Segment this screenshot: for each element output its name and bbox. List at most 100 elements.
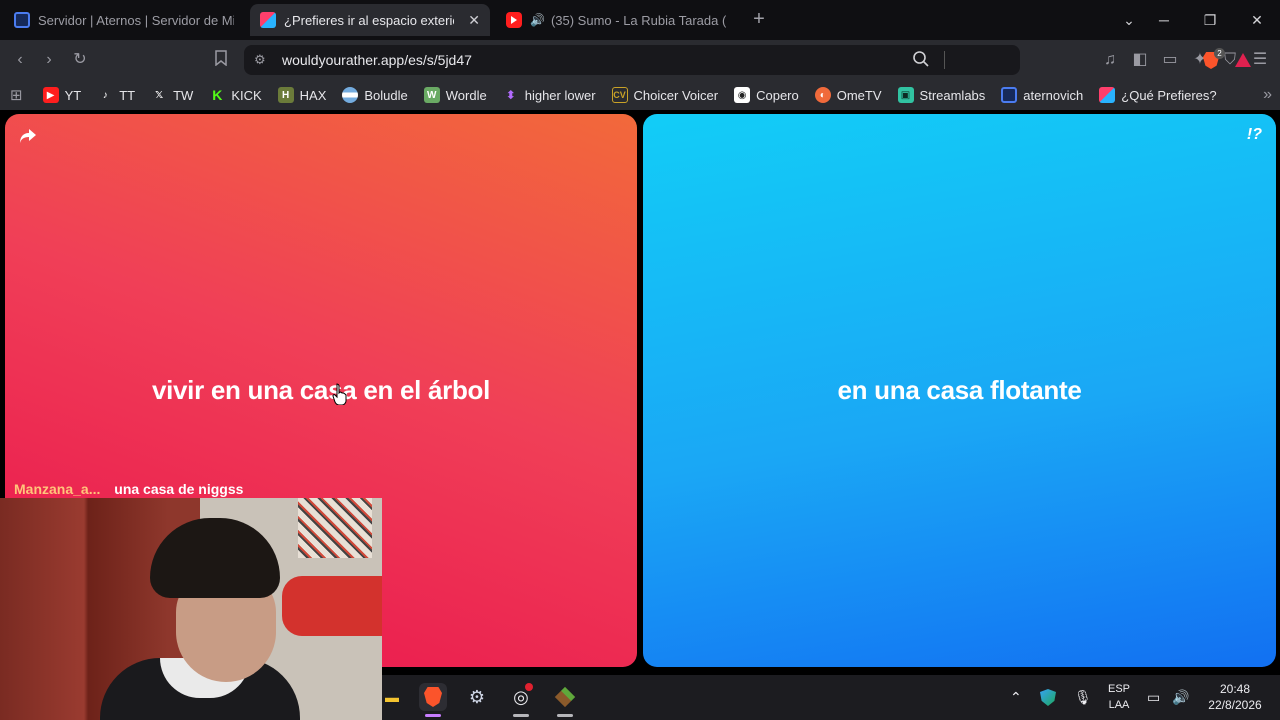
tiktok-icon: ♪ bbox=[102, 89, 108, 101]
hand-cursor-icon bbox=[332, 383, 348, 410]
bookmark-aternovich[interactable]: aternovich bbox=[993, 83, 1091, 107]
apps-grid-icon[interactable]: ⊞ bbox=[0, 83, 35, 107]
recording-dot bbox=[525, 683, 533, 691]
bookmark-label: Boludle bbox=[364, 87, 408, 103]
bookmark-label: ¿Qué Prefieres? bbox=[1121, 87, 1217, 103]
tab-title: ¿Prefieres ir al espacio exterior o bbox=[284, 12, 454, 28]
choicer-voicer-icon: CV bbox=[611, 87, 628, 103]
minecraft-icon[interactable] bbox=[551, 683, 579, 711]
forward-icon[interactable]: › bbox=[39, 50, 59, 70]
bookmark-label: Choicer Voicer bbox=[633, 87, 719, 103]
bookmark-icon[interactable] bbox=[211, 50, 231, 70]
bookmarks-bar: ⊞ ▶ YT ♪ TT 𝕏 TW K KICK H HAX Boludle W Wordle… bbox=[0, 80, 1280, 110]
system-clock[interactable]: 20:48 22/8/2026 bbox=[1200, 681, 1270, 713]
tab-youtube[interactable]: 🔊 (35) Sumo - La Rubia Tarada (Offi bbox=[496, 4, 736, 36]
bookmark-yt[interactable]: ▶ YT bbox=[35, 83, 90, 107]
bookmark-ometv[interactable]: ◐ OmeTV bbox=[807, 83, 890, 107]
running-indicator bbox=[513, 714, 529, 717]
bookmark-label: TT bbox=[119, 87, 136, 103]
language-indicator[interactable]: ESP LAA bbox=[1105, 681, 1133, 713]
option-right-button[interactable]: !? en una casa flotante bbox=[643, 114, 1276, 667]
bookmark-que-prefieres[interactable]: ¿Qué Prefieres? bbox=[1091, 83, 1224, 107]
close-window-button[interactable]: ✕ bbox=[1245, 8, 1269, 32]
bookmark-tt[interactable]: ♪ TT bbox=[89, 83, 143, 107]
tray-overflow-icon[interactable]: ⌃ bbox=[1010, 675, 1022, 720]
bookmark-boludle[interactable]: Boludle bbox=[334, 83, 415, 107]
bookmark-label: higher lower bbox=[524, 87, 596, 103]
back-icon[interactable]: ‹ bbox=[10, 50, 30, 70]
share-icon[interactable] bbox=[19, 128, 39, 148]
x-icon: 𝕏 bbox=[155, 89, 164, 101]
wallet-icon[interactable]: ▭ bbox=[1160, 50, 1180, 70]
address-bar[interactable]: ⚙ wouldyourather.app/es/s/5jd47 2 bbox=[244, 45, 1251, 75]
brave-rewards-icon[interactable] bbox=[1235, 53, 1251, 67]
brave-taskbar-icon[interactable] bbox=[419, 683, 447, 711]
copero-icon: ◉ bbox=[734, 87, 751, 103]
shields-count-badge: 2 bbox=[1214, 48, 1225, 59]
bookmark-streamlabs[interactable]: ▣ Streamlabs bbox=[890, 83, 994, 107]
bookmark-label: YT bbox=[64, 87, 82, 103]
sidebar-icon[interactable]: ◧ bbox=[1130, 50, 1150, 70]
bookmark-tw[interactable]: 𝕏 TW bbox=[143, 83, 201, 107]
tab-close-icon[interactable]: ✕ bbox=[458, 12, 480, 29]
reload-icon[interactable]: ↻ bbox=[70, 50, 90, 70]
bookmark-copero[interactable]: ◉ Copero bbox=[726, 83, 807, 107]
chat-overlay: Manzana_a... una casa de niggss bbox=[14, 481, 243, 497]
more-bookmarks-icon[interactable]: » bbox=[1255, 83, 1280, 107]
bookmark-hax[interactable]: H HAX bbox=[270, 83, 335, 107]
running-indicator bbox=[557, 714, 573, 717]
tab-list-icon[interactable]: ⌄ bbox=[1117, 8, 1141, 32]
bookmark-label: Copero bbox=[756, 87, 799, 103]
streamlabs-icon: ▣ bbox=[897, 87, 914, 103]
argentina-flag-icon bbox=[342, 87, 359, 103]
youtube-icon bbox=[506, 12, 522, 28]
chat-username: Manzana_a... bbox=[14, 481, 101, 497]
webcam-overlay bbox=[0, 498, 382, 720]
media-icon[interactable]: ♫ bbox=[1100, 50, 1120, 70]
bookmark-wordle[interactable]: W Wordle bbox=[416, 83, 495, 107]
bookmark-label: HAX bbox=[299, 87, 327, 103]
steam-icon[interactable]: ⚙ bbox=[463, 683, 491, 711]
tab-aternos[interactable]: Servidor | Aternos | Servidor de Mine bbox=[4, 4, 244, 36]
bookmark-choicer-voicer[interactable]: CV Choicer Voicer bbox=[604, 83, 727, 107]
network-icon[interactable]: ▭ bbox=[1147, 675, 1160, 720]
bookmark-label: Streamlabs bbox=[919, 87, 986, 103]
ometv-icon: ◐ bbox=[814, 87, 831, 103]
option-left-text: vivir en una casa en el árbol bbox=[151, 375, 491, 405]
windows-security-icon[interactable] bbox=[1040, 675, 1056, 720]
tab-title: Servidor | Aternos | Servidor de Mine bbox=[38, 12, 234, 28]
bookmark-label: KICK bbox=[231, 87, 262, 103]
file-explorer-icon[interactable]: ▬ bbox=[378, 683, 406, 711]
wouldyourather-icon bbox=[260, 12, 276, 28]
aternos-icon bbox=[1001, 87, 1018, 103]
bookmark-label: TW bbox=[173, 87, 194, 103]
haxball-icon: H bbox=[277, 87, 294, 103]
wouldyourather-icon bbox=[1099, 87, 1116, 103]
bookmark-higher-lower[interactable]: ⬍ higher lower bbox=[495, 83, 604, 107]
volume-icon[interactable]: 🔊 bbox=[1172, 675, 1189, 720]
language-code: ESP bbox=[1107, 683, 1130, 695]
site-logo[interactable]: !? bbox=[1247, 126, 1262, 144]
higher-lower-icon: ⬍ bbox=[505, 88, 516, 102]
zoom-search-icon[interactable] bbox=[912, 50, 930, 73]
keyboard-layout: LAA bbox=[1108, 699, 1130, 711]
option-right-text: en una casa flotante bbox=[837, 375, 1082, 405]
menu-icon[interactable]: ☰ bbox=[1250, 50, 1270, 70]
kick-icon: K bbox=[212, 87, 223, 103]
restore-button[interactable]: ❐ bbox=[1198, 8, 1222, 32]
wordle-icon: W bbox=[423, 87, 440, 103]
microphone-icon[interactable]: 🎙 bbox=[1074, 675, 1092, 720]
minimize-button[interactable]: ─ bbox=[1152, 8, 1176, 32]
clock-time: 20:48 bbox=[1219, 682, 1251, 696]
webcam-pillow bbox=[282, 576, 382, 636]
bookmark-label: OmeTV bbox=[836, 87, 882, 103]
speaker-icon[interactable]: 🔊 bbox=[530, 13, 545, 27]
bookmark-kick[interactable]: K KICK bbox=[201, 83, 269, 107]
new-tab-button[interactable]: + bbox=[748, 8, 770, 30]
clock-date: 22/8/2026 bbox=[1208, 698, 1262, 712]
active-indicator bbox=[425, 714, 441, 717]
tab-strip: Servidor | Aternos | Servidor de Mine ¿P… bbox=[0, 0, 1280, 40]
url-text[interactable]: wouldyourather.app/es/s/5jd47 bbox=[282, 52, 472, 68]
site-settings-icon[interactable]: ⚙ bbox=[254, 52, 266, 68]
tab-would-you-rather[interactable]: ¿Prefieres ir al espacio exterior o ✕ bbox=[250, 4, 490, 36]
